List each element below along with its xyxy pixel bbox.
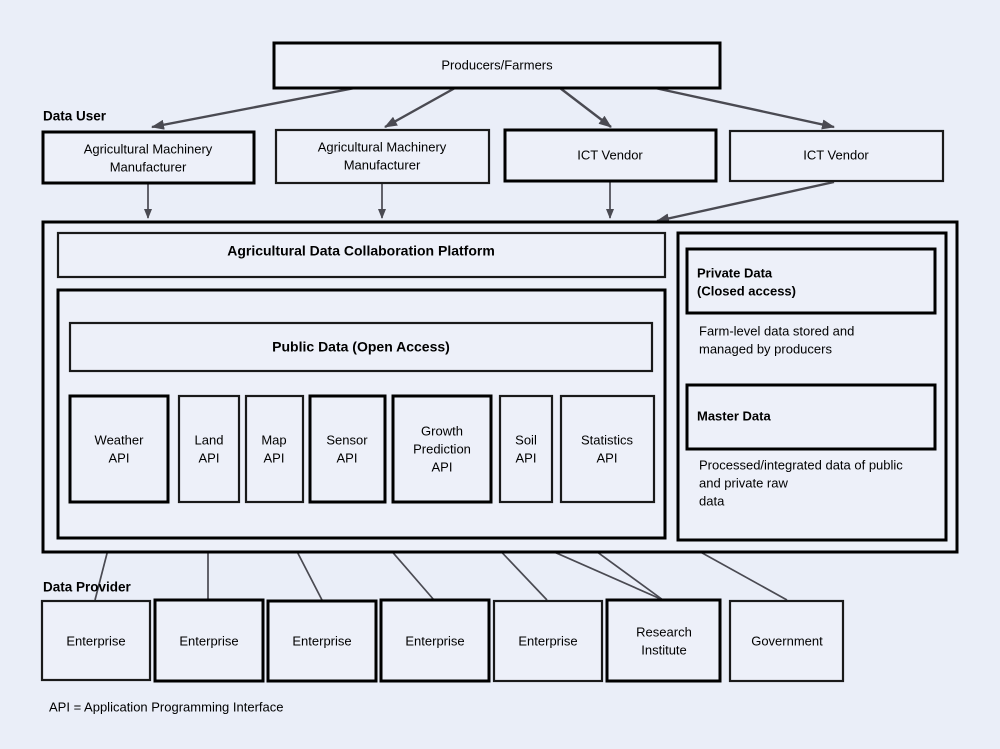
data-provider-box-3[interactable]: Enterprise xyxy=(266,599,378,683)
data-provider-label-4: Enterprise xyxy=(405,633,464,648)
private-data-note-line1: Farm-level data stored and xyxy=(699,323,854,338)
api-box-growth-prediction[interactable]: Growth Prediction API xyxy=(391,394,493,504)
data-user-label-1-line2: Manufacturer xyxy=(110,159,187,174)
private-data-box: Private Data (Closed access) xyxy=(685,247,937,315)
private-data-note-line2: managed by producers xyxy=(699,341,832,356)
master-data-note-line2: and private raw xyxy=(699,475,788,490)
data-provider-label-3: Enterprise xyxy=(292,633,351,648)
api-label-land-line2: API xyxy=(199,450,220,465)
api-label-growth-line2: Prediction xyxy=(413,441,471,456)
master-data-label-line1: Master Data xyxy=(697,408,771,423)
platform-header-label: Agricultural Data Collaboration Platform xyxy=(227,243,495,259)
data-provider-label-6-line2: Institute xyxy=(641,642,687,657)
section-label-data-provider: Data Provider xyxy=(43,580,132,595)
data-user-box-3[interactable]: ICT Vendor xyxy=(503,128,718,183)
data-user-label-3-line1: ICT Vendor xyxy=(577,147,643,162)
data-provider-label-2: Enterprise xyxy=(179,633,238,648)
platform-header-box: Agricultural Data Collaboration Platform xyxy=(56,231,667,279)
footnote-api-definition: API = Application Programming Interface xyxy=(49,699,283,714)
data-provider-box-4[interactable]: Enterprise xyxy=(379,598,491,683)
api-label-growth-line3: API xyxy=(432,459,453,474)
private-data-rect xyxy=(685,247,937,315)
api-rect-soil xyxy=(498,394,554,504)
public-data-header-box: Public Data (Open Access) xyxy=(68,321,654,373)
api-label-soil-line1: Soil xyxy=(515,432,537,447)
api-label-sensor-line1: Sensor xyxy=(326,432,368,447)
private-data-label-line1: Private Data xyxy=(697,265,773,280)
api-label-growth-line1: Growth xyxy=(421,423,463,438)
api-box-land[interactable]: Land API xyxy=(177,394,241,504)
agricultural-data-platform-diagram: Producers/Farmers Data User Agricultural… xyxy=(0,0,1000,749)
api-box-sensor[interactable]: Sensor API xyxy=(308,394,387,504)
data-provider-label-1: Enterprise xyxy=(66,633,125,648)
producers-farmers-box[interactable]: Producers/Farmers xyxy=(272,41,722,90)
data-provider-box-research-institute[interactable]: Research Institute xyxy=(605,598,722,683)
api-label-map-line1: Map xyxy=(261,432,286,447)
api-label-weather-line1: Weather xyxy=(95,432,145,447)
producers-farmers-label: Producers/Farmers xyxy=(441,57,553,72)
data-provider-label-7: Government xyxy=(751,633,823,648)
data-provider-rect-6 xyxy=(605,598,722,683)
api-rect-statistics xyxy=(559,394,656,504)
api-label-soil-line2: API xyxy=(516,450,537,465)
data-user-box-1[interactable]: Agricultural Machinery Manufacturer xyxy=(41,130,256,185)
private-data-label-line2: (Closed access) xyxy=(697,283,796,298)
data-user-rect-1 xyxy=(41,130,256,185)
api-box-weather[interactable]: Weather API xyxy=(68,394,170,504)
section-label-data-user: Data User xyxy=(43,109,107,124)
api-rect-land xyxy=(177,394,241,504)
data-provider-label-6-line1: Research xyxy=(636,624,692,639)
api-box-map[interactable]: Map API xyxy=(244,394,305,504)
master-data-box: Master Data xyxy=(685,383,937,451)
data-user-box-2[interactable]: Agricultural Machinery Manufacturer xyxy=(274,128,491,185)
data-provider-box-2[interactable]: Enterprise xyxy=(153,598,265,683)
data-provider-box-5[interactable]: Enterprise xyxy=(492,599,604,683)
public-data-header-label: Public Data (Open Access) xyxy=(272,339,450,355)
data-user-label-2-line1: Agricultural Machinery xyxy=(318,139,447,154)
master-data-note-line3: data xyxy=(699,493,725,508)
api-rect-map xyxy=(244,394,305,504)
api-label-statistics-line1: Statistics xyxy=(581,432,634,447)
data-user-label-1-line1: Agricultural Machinery xyxy=(84,141,213,156)
data-provider-box-government[interactable]: Government xyxy=(728,599,845,683)
data-provider-label-5: Enterprise xyxy=(518,633,577,648)
data-user-label-2-line2: Manufacturer xyxy=(344,157,421,172)
master-data-note-line1: Processed/integrated data of public xyxy=(699,457,903,472)
api-label-sensor-line2: API xyxy=(337,450,358,465)
data-user-box-4[interactable]: ICT Vendor xyxy=(728,129,945,183)
api-label-statistics-line2: API xyxy=(597,450,618,465)
api-rect-weather xyxy=(68,394,170,504)
api-label-land-line1: Land xyxy=(195,432,224,447)
api-box-soil[interactable]: Soil API xyxy=(498,394,554,504)
api-label-map-line2: API xyxy=(264,450,285,465)
api-rect-sensor xyxy=(308,394,387,504)
api-box-statistics[interactable]: Statistics API xyxy=(559,394,656,504)
data-provider-box-1[interactable]: Enterprise xyxy=(40,599,152,682)
api-label-weather-line2: API xyxy=(109,450,130,465)
data-user-label-4-line1: ICT Vendor xyxy=(803,147,869,162)
